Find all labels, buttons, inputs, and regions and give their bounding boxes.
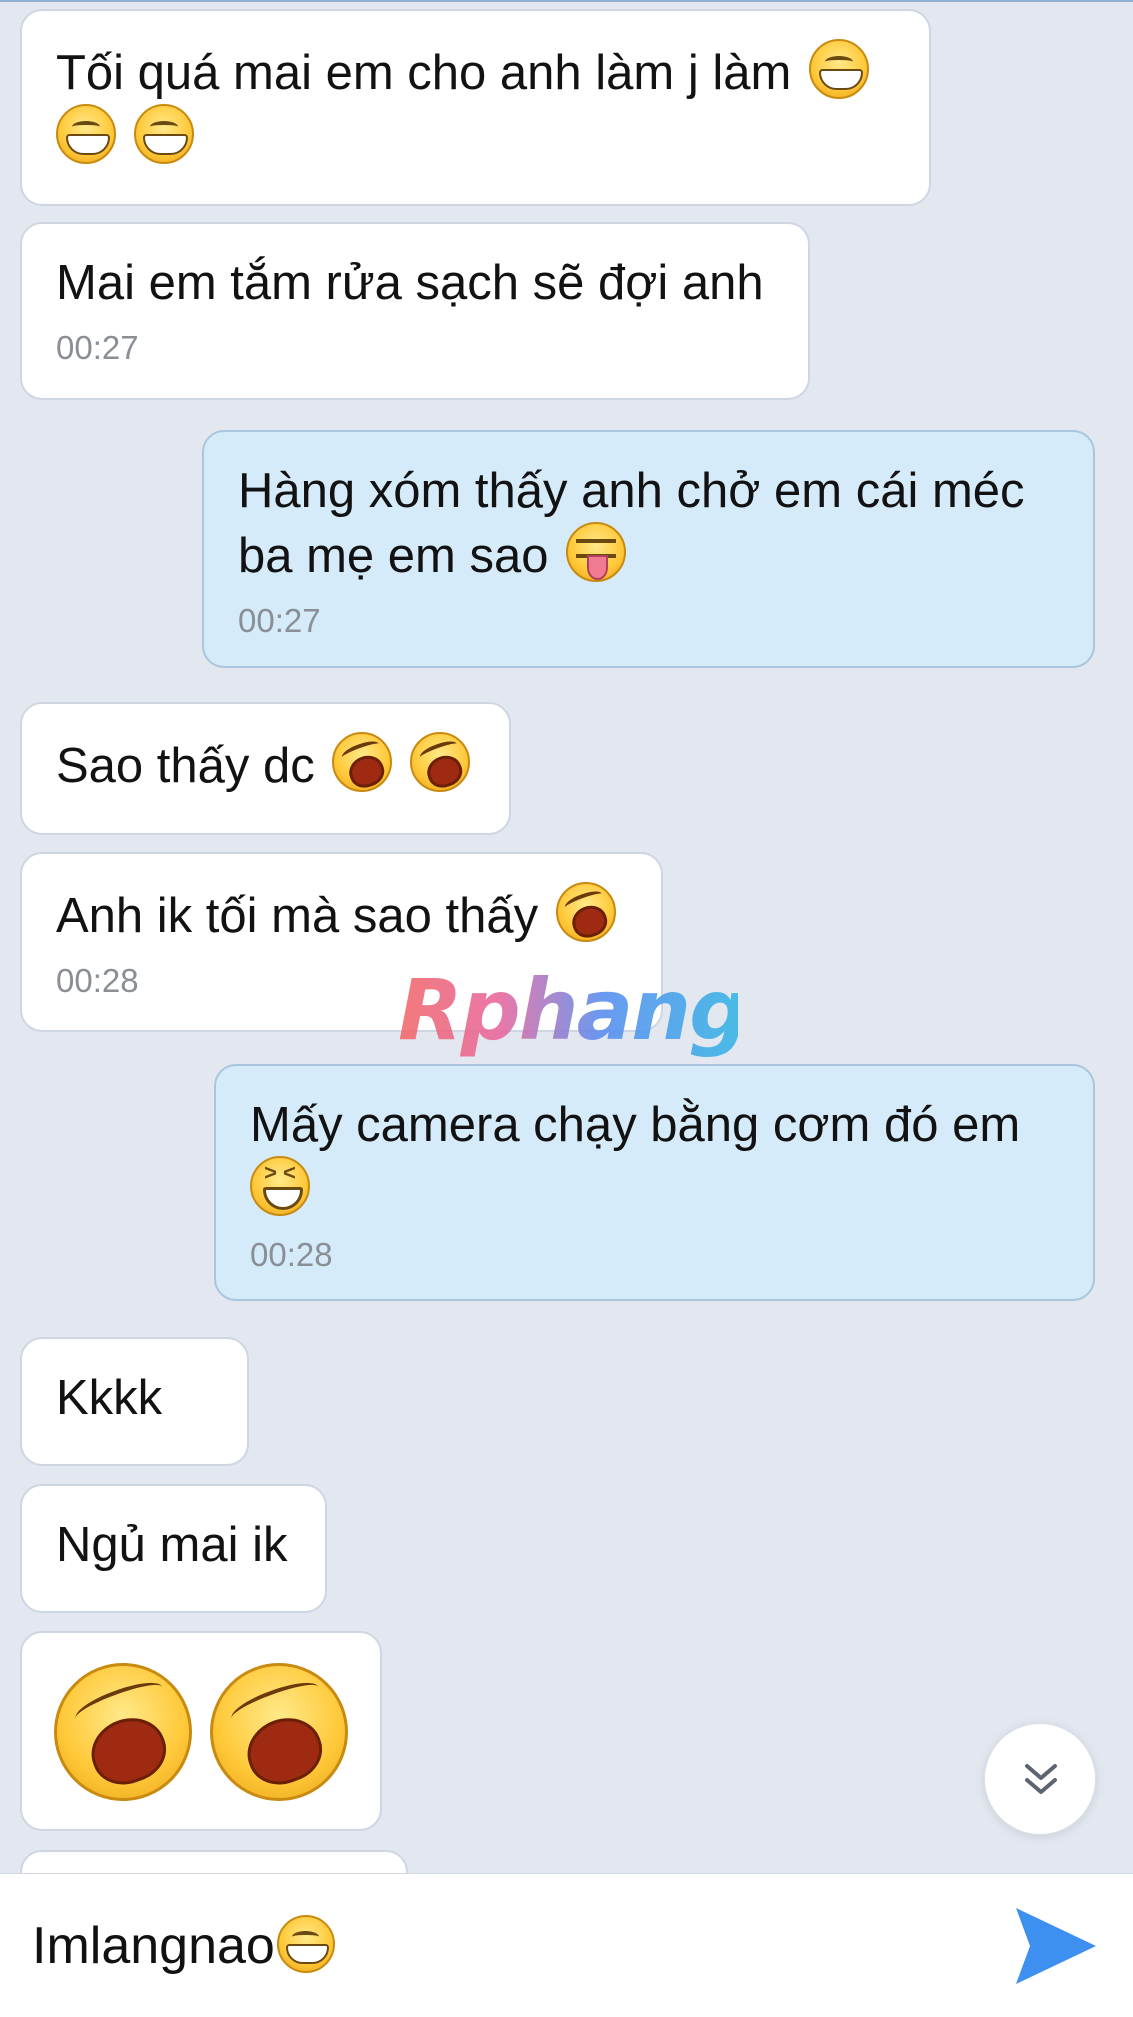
- message-bubble-incoming[interactable]: Ngủ mai ik: [20, 1484, 327, 1613]
- send-icon[interactable]: [1012, 1904, 1098, 1988]
- message-bubble-outgoing[interactable]: Mấy camera chạy bằng cơm đó em 00:28: [214, 1064, 1095, 1301]
- grinning-face-icon: [808, 39, 869, 99]
- message-bubble-incoming[interactable]: [20, 1631, 382, 1831]
- message-text: Kkkk: [56, 1371, 163, 1425]
- message-input[interactable]: Imlangnao: [32, 1914, 335, 1978]
- message-text: Tối quá mai em cho anh làm j làm: [56, 46, 792, 100]
- message-text: Mai em tắm rửa sạch sẽ đợi anh: [56, 256, 764, 310]
- message-text: Mấy camera chạy bằng cơm đó em: [250, 1098, 1021, 1152]
- laughing-face-icon: [332, 732, 393, 792]
- message-text: Ngủ mai ik: [56, 1518, 288, 1572]
- message-composer: Imlangnao: [0, 1873, 1133, 2017]
- double-chevron-down-icon: [1025, 1764, 1057, 1794]
- laughing-face-icon: [54, 1663, 192, 1801]
- tongue-face-icon: [566, 522, 627, 582]
- laughing-face-icon: [410, 732, 471, 792]
- message-bubble-incoming[interactable]: Sao thấy dc: [20, 702, 511, 835]
- grinning-face-icon: [133, 104, 194, 164]
- watermark-logo: Rphang: [398, 961, 749, 1059]
- message-text-line1: Hàng xóm thấy anh chở em cái méc: [238, 464, 1025, 518]
- message-time: 00:27: [238, 602, 321, 639]
- message-time: 00:27: [56, 329, 139, 366]
- message-input-value: Imlangnao: [32, 1917, 275, 1975]
- laughing-face-icon: [555, 882, 616, 942]
- message-text: Sao thấy dc: [56, 739, 315, 793]
- squinting-laugh-icon: [250, 1156, 310, 1216]
- message-bubble-incoming[interactable]: Tối quá mai em cho anh làm j làm: [20, 9, 931, 206]
- grinning-face-icon: [56, 104, 116, 164]
- message-text-line2: ba mẹ em sao: [238, 529, 549, 583]
- message-bubble-incoming[interactable]: Kkkk: [20, 1337, 249, 1466]
- message-bubble-incoming[interactable]: Mai em tắm rửa sạch sẽ đợi anh 00:27: [20, 222, 810, 400]
- message-text: Anh ik tối mà sao thấy: [56, 889, 539, 943]
- message-bubble-outgoing[interactable]: Hàng xóm thấy anh chở em cái méc ba mẹ e…: [202, 430, 1095, 668]
- message-bubble-incoming-partial[interactable]: [20, 1850, 408, 1873]
- grin-icon: [276, 1915, 335, 1973]
- message-time: 00:28: [250, 1236, 333, 1273]
- scroll-to-bottom-button[interactable]: [984, 1723, 1096, 1835]
- message-list[interactable]: Tối quá mai em cho anh làm j làm Mai em …: [0, 0, 1133, 1873]
- laughing-face-icon: [210, 1663, 348, 1801]
